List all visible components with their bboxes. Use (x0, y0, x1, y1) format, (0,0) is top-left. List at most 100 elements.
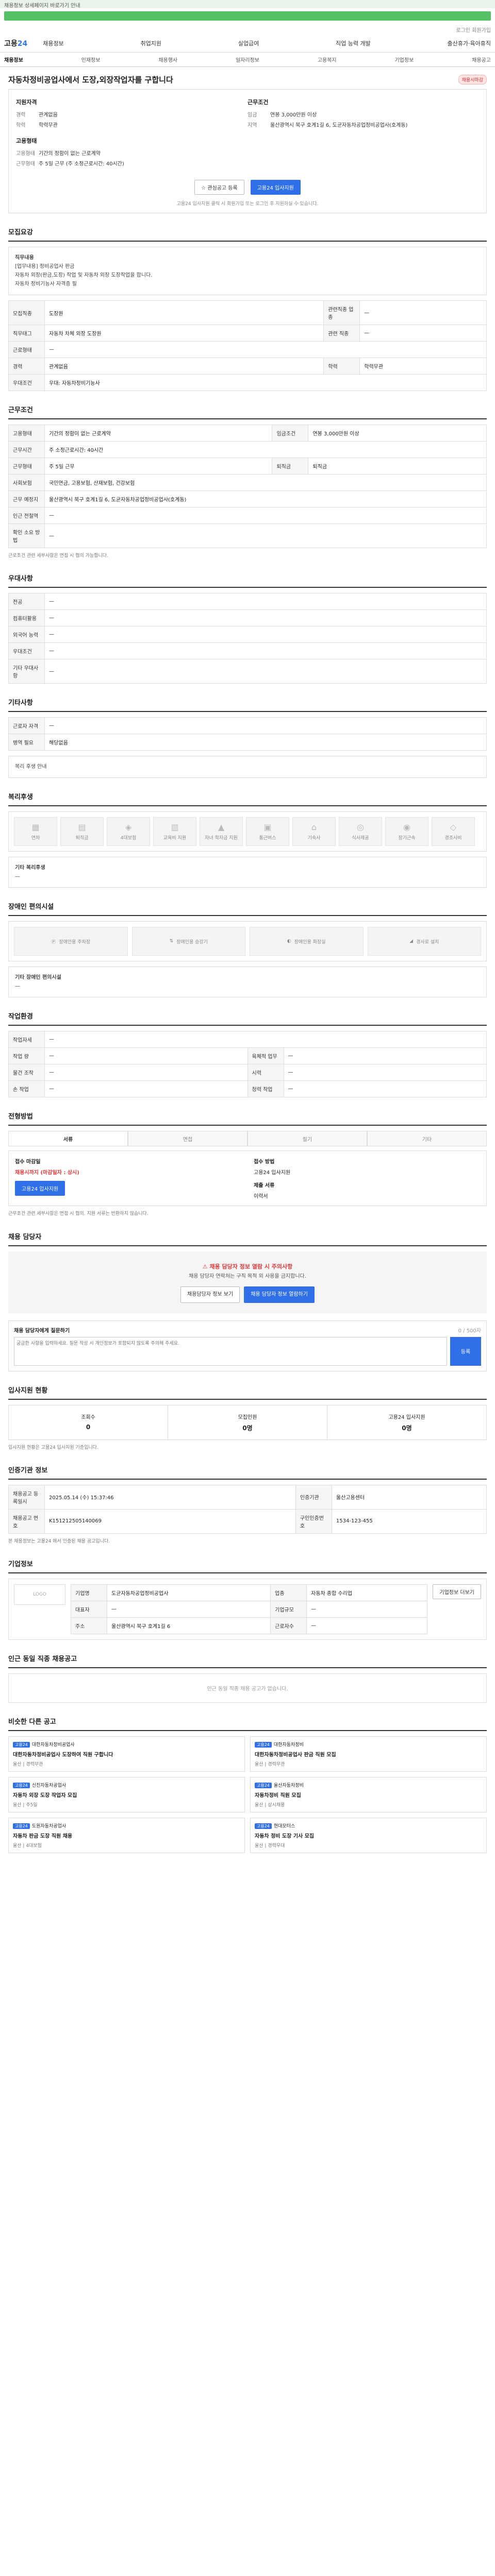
table-cell: — (44, 1064, 248, 1081)
empty-message: 인근 동일 직종 채용 공고가 없습니다. (8, 1673, 487, 1703)
parking-icon: Ⓟ (51, 939, 56, 945)
table-cell: 울산고용센터 (331, 1484, 487, 1510)
table-header: 채용공고 번호 (8, 1509, 45, 1534)
disability-tiles: Ⓟ 장애인용 주차장 ⇅ 장애인용 승강기 ◐ 장애인용 화장실 ◢ 경사로 설치 (8, 921, 487, 962)
card-tag: 고용24 (255, 1742, 272, 1748)
company-table: 기업명 도균자동차공업정비공업사 업종 자동차 종합 수리업 대표자 — 기업규모 — 주소… (71, 1584, 428, 1635)
tile-label: 장애인용 승강기 (176, 939, 208, 945)
cert-section: 인증기관 정보 채용공고 등록일시 2025.05.14 (수) 15:37:46… (8, 1465, 487, 1545)
section-title: 채용 담당자 (8, 1231, 487, 1246)
section-title: 비슷한 다른 공고 (8, 1716, 487, 1732)
stats-section: 입사지원 현황 조회수 0 모집인원 0명 고용24 입사지원 0명 입사지원 현황은… (8, 1385, 487, 1451)
table-header: 인증기관 (295, 1484, 332, 1510)
table-cell: — (44, 609, 487, 627)
calendar-icon: ▦ (31, 822, 40, 833)
card-title: 자동차 정비 도장 기사 모집 (255, 1834, 315, 1840)
tile-label: 장기근속 (398, 836, 416, 841)
table-cell: — (283, 1064, 487, 1081)
table-header: 경력 (8, 358, 45, 375)
table-cell: 연봉 3,000만원 이상 (308, 425, 487, 442)
table-header: 모집직종 (8, 300, 45, 325)
card-meta: 울산 | 경력무관 (255, 1762, 285, 1768)
apply-button-2[interactable]: 고용24 입사지원 (15, 1181, 65, 1196)
sub-nav-item[interactable]: 기업정보 (394, 56, 414, 63)
scrap-button[interactable]: ☆ 관심공고 등록 (194, 180, 244, 195)
card-title: 자동차 외장 도장 작업자 모집 (13, 1793, 77, 1799)
job-card[interactable]: 고용24 신진자동차공업사 자동차 외장 도장 작업자 모집 울산 | 주5일 (8, 1777, 245, 1813)
table-header: 근로형태 (8, 341, 45, 358)
stat-label: 조회수 (81, 1414, 95, 1420)
graduation-icon: ▲ (218, 822, 225, 833)
job-card[interactable]: 고용24 대한자동차정비 대한자동차정비공업사 판금 직원 모집 울산 | 경력무관 (250, 1736, 487, 1772)
kv-value: 울산광역시 북구 호계1길 6, 도균자동차공업정비공업사(호계동) (270, 123, 408, 128)
sub-value: — (15, 874, 20, 880)
sub-nav-item[interactable]: 채용행사 (158, 56, 177, 63)
etc-table: 근로자 자격 — 병역 필요 해당없음 (8, 717, 487, 751)
sub-nav-item[interactable]: 인재정보 (81, 56, 101, 63)
stat-value: 0 (86, 1423, 91, 1431)
menu-item[interactable]: 채용정보 (43, 39, 63, 47)
menu-item[interactable]: 직업 능력 개발 (336, 39, 371, 47)
kv-value: 학력무관 (39, 123, 58, 128)
company-more-button[interactable]: 기업정보 더보기 (433, 1584, 481, 1600)
job-card[interactable]: 고용24 대한자동차정비공업사 대한자동차정비공업사 도장하여 직원 구합니다 울산 … (8, 1736, 245, 1772)
process-step: 필기 (248, 1131, 367, 1147)
search-bar[interactable] (4, 11, 491, 21)
table-header: 근로자 자격 (8, 717, 45, 735)
card-meta: 울산 | 주5일 (13, 1803, 38, 1808)
shield-icon: ◈ (125, 822, 132, 833)
desc-line: 자동차 정비기능사 자격증 필 (15, 281, 77, 287)
pref-table: 전공 — 컴퓨터활용 — 외국어 능력 — 우대조건 — 기타 우대사항 — (8, 593, 487, 684)
welfare-tile: ▥ 교육비 지원 (153, 817, 196, 846)
welfare-tile: ▲ 자녀 학자금 지원 (200, 817, 243, 846)
question-box: 채용 담당자에게 질문하기 0 / 500자 등록 (8, 1320, 487, 1371)
menu-item[interactable]: 취업지원 (141, 39, 161, 47)
sub-nav-item[interactable]: 고용복지 (318, 56, 337, 63)
table-cell: 자동차 차체 외장 도장원 (44, 325, 324, 342)
apply-button[interactable]: 고용24 입사지원 (250, 180, 301, 195)
table-cell: 국민연금, 고용보험, 산재보험, 건강보험 (44, 474, 487, 491)
job-card[interactable]: 고용24 도원자동차공업사 자동차 판금 도장 직원 채용 울산 | 4대보험 (8, 1818, 245, 1854)
card-tag: 고용24 (13, 1823, 30, 1829)
table-cell: — (44, 507, 487, 524)
site-logo[interactable]: 고용24 (4, 38, 27, 48)
top-links[interactable]: 로그인 회원가입 (0, 24, 495, 34)
nearby-section: 인근 동일 직종 채용공고 인근 동일 직종 채용 공고가 없습니다. (8, 1653, 487, 1703)
cert-table: 채용공고 등록일시 2025.05.14 (수) 15:37:46 인증기관 울산고용… (8, 1484, 487, 1534)
disability-tile: ⇅ 장애인용 승강기 (131, 927, 245, 956)
sub-nav-item[interactable]: 채용공고 (472, 56, 491, 63)
job-card[interactable]: 고용24 현대모터스 자동차 정비 도장 기사 모집 울산 | 경력우대 (250, 1818, 487, 1854)
question-submit-button[interactable]: 등록 (450, 1336, 481, 1366)
menu-item[interactable]: 실업급여 (238, 39, 259, 47)
stat-label: 고용24 입사지원 (388, 1414, 425, 1420)
table-cell: 2025.05.14 (수) 15:37:46 (44, 1484, 296, 1510)
kv-key: 지역 (248, 123, 257, 128)
view-contact-button[interactable]: 채용담당자 정보 보기 (180, 1286, 240, 1303)
menu-item[interactable]: 출산휴가·육아휴직 (447, 39, 490, 47)
desc-line: [업무내용] 정비공업사 판금 (15, 264, 75, 269)
sub-nav-item[interactable]: 채용정보 (4, 56, 23, 63)
card-title: 대한자동차정비공업사 도장하여 직원 구합니다 (13, 1752, 113, 1758)
kv-key: 학력 (16, 123, 26, 128)
stat-value: 0명 (402, 1424, 412, 1432)
table-header: 채용공고 등록일시 (8, 1484, 45, 1510)
main-menu: 채용정보 취업지원 실업급여 직업 능력 개발 출산휴가·육아휴직 (43, 39, 491, 47)
process-steps: 서류 면접 필기 기타 (8, 1131, 487, 1147)
sub-label: 기타 장애인 편의시설 (15, 975, 61, 981)
similar-section: 비슷한 다른 공고 고용24 대한자동차정비공업사 대한자동차정비공업사 도장하여 … (8, 1716, 487, 1854)
question-input[interactable] (14, 1336, 447, 1366)
table-cell: — (44, 593, 487, 611)
apply-method: 고용24 입사지원 (254, 1170, 291, 1176)
apply-label: 제출 서류 (254, 1183, 275, 1189)
job-card[interactable]: 고용24 울산자동차정비 자동차정비 직원 모집 울산 | 상시채용 (250, 1777, 487, 1813)
sub-nav-item[interactable]: 일자리정보 (236, 56, 259, 63)
table-cell: 주 소정근로시간: 40시간 (44, 441, 487, 458)
money-icon: ▤ (78, 822, 86, 833)
open-contact-button[interactable]: 채용 담당자 정보 열람하기 (244, 1286, 315, 1303)
desc-line: 자동차 외장(판금,도장) 작업 및 자동차 외장 도장작업을 합니다. (15, 273, 153, 278)
table-header: 우대조건 (8, 642, 45, 660)
table-header: 청력 작업 (247, 1080, 284, 1098)
table-header: 시력 (247, 1064, 284, 1081)
recruit-section: 모집요강 직무내용 [업무내용] 정비공업사 판금 자동차 외장(판금,도장) … (8, 227, 487, 391)
table-cell: 관계없음 (44, 358, 324, 375)
